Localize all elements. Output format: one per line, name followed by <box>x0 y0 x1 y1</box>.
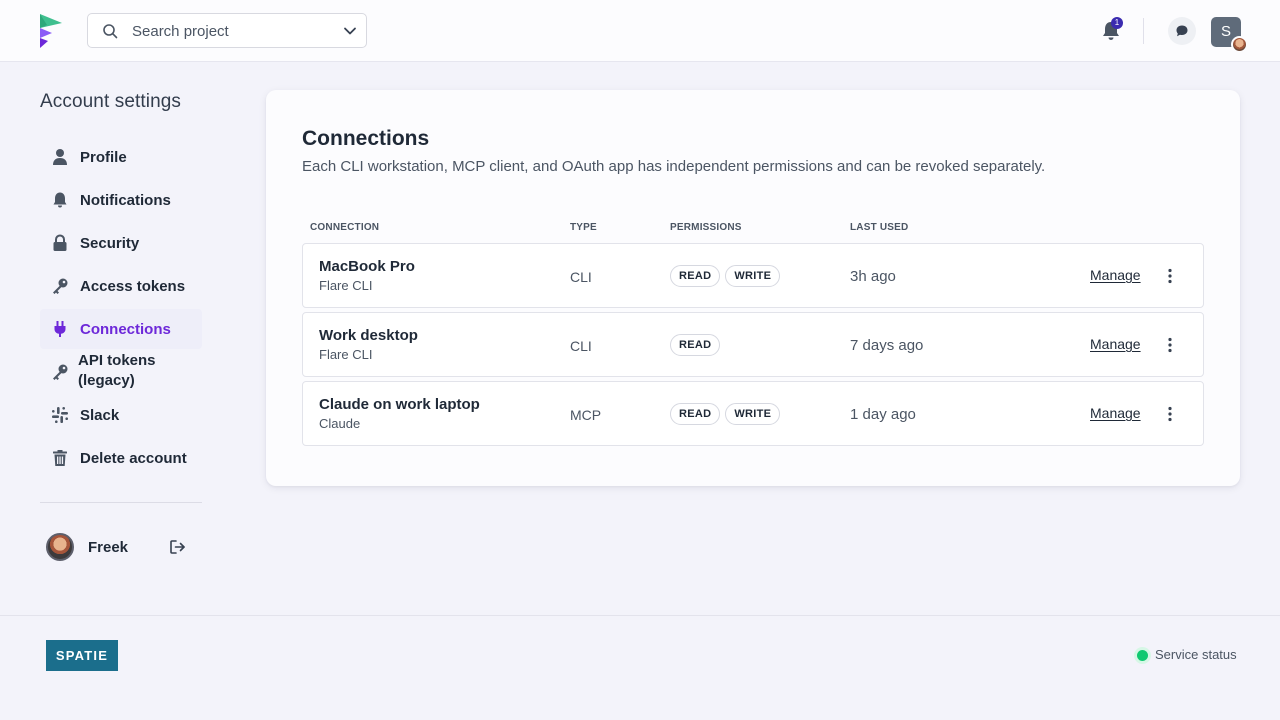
status-indicator <box>1137 650 1148 661</box>
last-used: 3h ago <box>850 268 896 285</box>
sidebar-item-notifications[interactable]: Notifications <box>40 180 202 220</box>
page-title: Connections <box>302 127 430 150</box>
notification-count-badge: 1 <box>1111 17 1123 29</box>
table-row: Work desktop Flare CLI CLI READ 7 days a… <box>302 312 1204 377</box>
trash-icon <box>53 450 67 466</box>
key-icon <box>53 278 68 294</box>
user-icon <box>53 149 67 165</box>
connection-type: CLI <box>570 269 592 285</box>
sidebar-item-profile[interactable]: Profile <box>40 137 202 177</box>
connection-name: MacBook Pro <box>319 258 415 275</box>
permission-badge: READ <box>670 403 721 425</box>
column-header-permissions: Permissions <box>670 222 742 233</box>
app-logo[interactable] <box>38 14 64 50</box>
chat-bubble-icon <box>1176 25 1188 37</box>
column-header-connection: Connection <box>310 222 380 233</box>
chat-button[interactable] <box>1168 17 1196 45</box>
key-icon <box>53 364 68 380</box>
connection-type: CLI <box>570 338 592 354</box>
topbar-divider <box>1143 18 1144 44</box>
sidebar-item-slack[interactable]: Slack <box>40 395 202 435</box>
permission-badge: READ <box>670 265 721 287</box>
service-status-link[interactable]: Service status <box>1155 647 1237 662</box>
sidebar-title: Account settings <box>40 91 182 112</box>
sidebar-item-label: Slack <box>80 406 120 424</box>
sidebar-item-connections[interactable]: Connections <box>40 309 202 349</box>
connection-client: Claude <box>319 416 361 431</box>
manage-link[interactable]: Manage <box>1090 405 1141 421</box>
connection-client: Flare CLI <box>319 278 373 293</box>
sidebar-item-label: Delete account <box>80 449 187 467</box>
sidebar-item-api-tokens-legacy[interactable]: API tokens (legacy) <box>40 351 202 391</box>
more-options-icon[interactable] <box>1161 267 1179 285</box>
permission-badge: READ <box>670 334 721 356</box>
table-row: MacBook Pro Flare CLI CLI READ WRITE 3h … <box>302 243 1204 308</box>
connection-type: MCP <box>570 407 602 423</box>
sidebar-item-access-tokens[interactable]: Access tokens <box>40 266 202 306</box>
last-used: 7 days ago <box>850 337 924 354</box>
sidebar-item-security[interactable]: Security <box>40 223 202 263</box>
permission-badge: WRITE <box>725 403 781 425</box>
plug-icon <box>54 321 66 337</box>
search-icon <box>103 24 118 39</box>
sidebar-item-label: API tokens (legacy) <box>78 352 156 389</box>
permissions-list: READ WRITE <box>670 265 781 287</box>
footer-divider <box>0 615 1280 616</box>
chevron-down-icon[interactable] <box>343 24 357 38</box>
logout-icon[interactable] <box>170 540 186 554</box>
sidebar-item-label: Security <box>80 234 140 252</box>
spatie-logo[interactable]: SPATIE <box>46 640 118 671</box>
page-description: Each CLI workstation, MCP client, and OA… <box>302 158 1046 175</box>
bell-icon <box>53 192 67 208</box>
sidebar-item-label: Connections <box>80 320 171 338</box>
more-options-icon[interactable] <box>1161 336 1179 354</box>
column-header-type: Type <box>570 222 597 233</box>
top-bar: Search project 1 S <box>0 0 1280 62</box>
table-row: Claude on work laptop Claude MCP READ WR… <box>302 381 1204 446</box>
avatar[interactable] <box>46 533 74 561</box>
sidebar-item-label: Profile <box>80 148 127 166</box>
column-header-last-used: Last used <box>850 222 909 233</box>
sidebar-item-label: Notifications <box>80 191 171 209</box>
connection-name: Work desktop <box>319 327 418 344</box>
connection-client: Flare CLI <box>319 347 373 362</box>
user-photo-avatar <box>1231 36 1248 53</box>
permission-badge: WRITE <box>725 265 781 287</box>
connection-name: Claude on work laptop <box>319 396 480 413</box>
more-options-icon[interactable] <box>1161 405 1179 423</box>
permissions-list: READ WRITE <box>670 403 781 425</box>
search-input[interactable]: Search project <box>132 23 229 40</box>
permissions-list: READ <box>670 334 721 356</box>
lock-icon <box>53 234 67 251</box>
slack-icon <box>52 407 68 423</box>
sidebar-item-label: Access tokens <box>80 277 186 295</box>
sidebar-item-delete-account[interactable]: Delete account <box>40 438 202 478</box>
last-used: 1 day ago <box>850 406 916 423</box>
sidebar-divider <box>40 502 202 503</box>
manage-link[interactable]: Manage <box>1090 267 1141 283</box>
connections-card: Connections Each CLI workstation, MCP cl… <box>266 90 1240 486</box>
project-search[interactable]: Search project <box>87 13 367 48</box>
manage-link[interactable]: Manage <box>1090 336 1141 352</box>
current-user-name[interactable]: Freek <box>88 539 128 556</box>
